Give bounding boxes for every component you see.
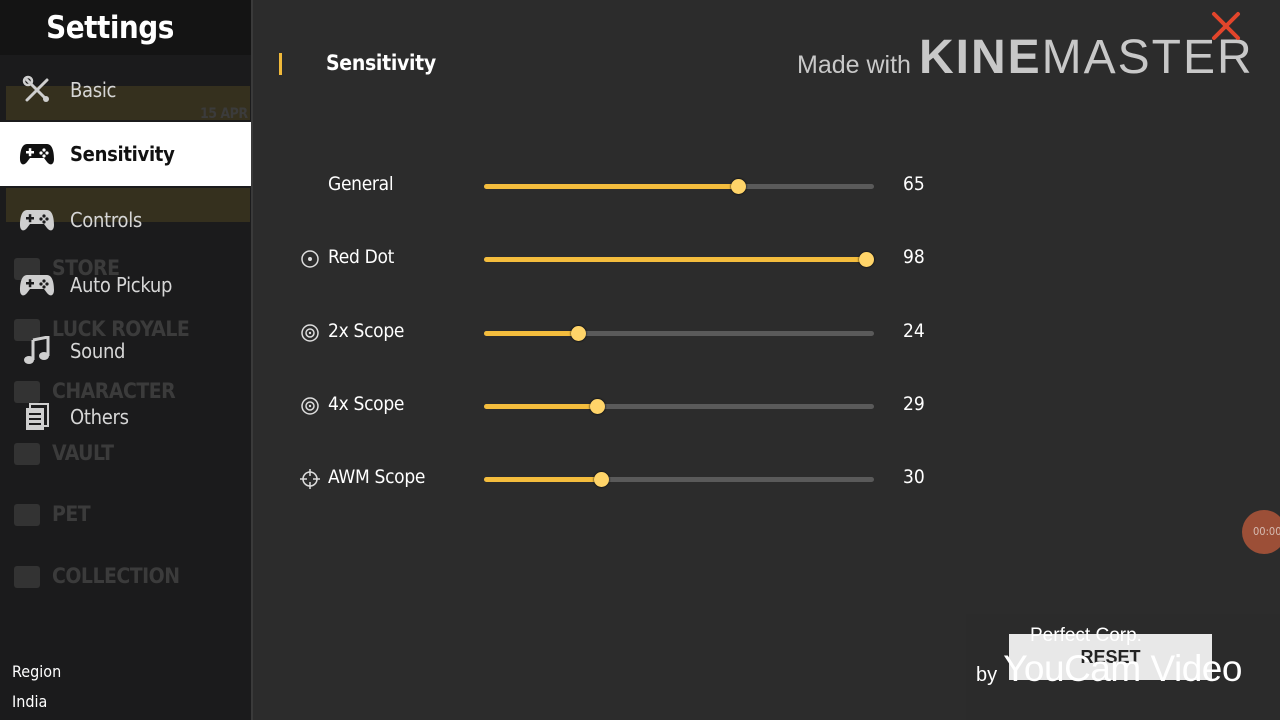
red-dot-sight-icon bbox=[301, 250, 319, 268]
slider-thumb[interactable] bbox=[590, 399, 606, 414]
close-button[interactable] bbox=[1206, 6, 1246, 46]
watermark-youcam: YouCam Video bbox=[1003, 648, 1242, 689]
slider-thumb[interactable] bbox=[570, 326, 586, 341]
slider-fill bbox=[484, 477, 601, 482]
gamepad-icon bbox=[19, 202, 55, 238]
slider-value: 98 bbox=[903, 246, 925, 268]
awm-scope-slider-track[interactable] bbox=[484, 472, 874, 487]
watermark-by: by bbox=[976, 664, 998, 686]
slider-fill bbox=[484, 331, 578, 336]
document-icon bbox=[19, 399, 55, 435]
section-accent-bar bbox=[279, 53, 282, 75]
youcam-watermark: by YouCam Video bbox=[976, 648, 1242, 690]
slider-row-general: General 65 bbox=[300, 166, 940, 206]
background-menu-collection: COLLECTION bbox=[52, 564, 180, 588]
recording-indicator[interactable]: 00:00 bbox=[1242, 510, 1280, 554]
gamepad-icon bbox=[19, 136, 55, 172]
slider-fill bbox=[484, 257, 867, 262]
sidebar-item-basic[interactable]: Basic bbox=[0, 58, 251, 122]
slider-label: 2x Scope bbox=[328, 320, 405, 342]
sidebar-item-label: Sensitivity bbox=[70, 142, 175, 166]
music-note-icon bbox=[19, 333, 55, 369]
slider-row-4x-scope: 4x Scope 29 bbox=[300, 386, 940, 426]
crosshair-icon bbox=[300, 469, 320, 489]
2x-scope-slider-track[interactable] bbox=[484, 326, 874, 341]
sidebar-item-label: Controls bbox=[70, 208, 142, 232]
slider-label: Red Dot bbox=[328, 246, 395, 268]
slider-value: 29 bbox=[903, 393, 925, 415]
slider-label: General bbox=[328, 173, 394, 195]
scope-icon bbox=[301, 397, 319, 415]
slider-label: AWM Scope bbox=[328, 466, 426, 488]
sidebar-item-sensitivity[interactable]: Sensitivity bbox=[0, 122, 251, 186]
slider-fill bbox=[484, 404, 598, 409]
region-label: Region bbox=[12, 662, 62, 681]
sidebar-item-label: Basic bbox=[70, 78, 117, 102]
slider-thumb[interactable] bbox=[730, 179, 746, 194]
slider-row-red-dot: Red Dot 98 bbox=[300, 239, 940, 279]
slider-fill bbox=[484, 184, 738, 189]
general-slider-track[interactable] bbox=[484, 179, 874, 194]
close-x-icon bbox=[1212, 12, 1240, 40]
record-time: 00:00 bbox=[1253, 525, 1280, 538]
slider-row-2x-scope: 2x Scope 24 bbox=[300, 313, 940, 353]
slider-label: 4x Scope bbox=[328, 393, 405, 415]
region-value[interactable]: India bbox=[12, 692, 47, 711]
perfect-corp-watermark: Perfect Corp. bbox=[1030, 625, 1142, 646]
scope-icon bbox=[301, 324, 319, 342]
pet-icon bbox=[14, 504, 40, 526]
sidebar-item-label: Sound bbox=[70, 339, 126, 363]
watermark-kine: KINE bbox=[918, 31, 1042, 84]
wrench-screwdriver-icon bbox=[19, 72, 55, 108]
slider-row-awm-scope: AWM Scope 30 bbox=[300, 459, 940, 499]
sidebar-item-others[interactable]: Others bbox=[0, 385, 251, 449]
slider-value: 65 bbox=[903, 173, 925, 195]
sidebar-item-controls[interactable]: Controls bbox=[0, 188, 251, 252]
settings-title: Settings bbox=[46, 10, 174, 46]
background-menu-pet: PET bbox=[52, 502, 91, 526]
red-dot-slider-track[interactable] bbox=[484, 252, 875, 267]
slider-thumb[interactable] bbox=[859, 252, 875, 267]
sidebar-item-auto-pickup[interactable]: Auto Pickup bbox=[0, 253, 251, 317]
slider-value: 24 bbox=[903, 320, 925, 342]
sidebar-item-label: Auto Pickup bbox=[70, 273, 173, 297]
slider-thumb[interactable] bbox=[594, 472, 609, 487]
slider-value: 30 bbox=[903, 466, 925, 488]
sidebar-item-sound[interactable]: Sound bbox=[0, 319, 251, 383]
settings-sidebar: Settings 15 APR STORE LUCK ROYALE CHARAC… bbox=[0, 0, 253, 720]
watermark-made-with: Made with bbox=[797, 51, 911, 79]
kinemaster-watermark: Made with KINE MASTER bbox=[797, 30, 1254, 90]
4x-scope-slider-track[interactable] bbox=[484, 399, 874, 414]
collection-icon bbox=[14, 566, 40, 588]
gamepad-icon bbox=[19, 267, 55, 303]
page-title: Sensitivity bbox=[326, 51, 436, 75]
sidebar-item-label: Others bbox=[70, 405, 129, 429]
